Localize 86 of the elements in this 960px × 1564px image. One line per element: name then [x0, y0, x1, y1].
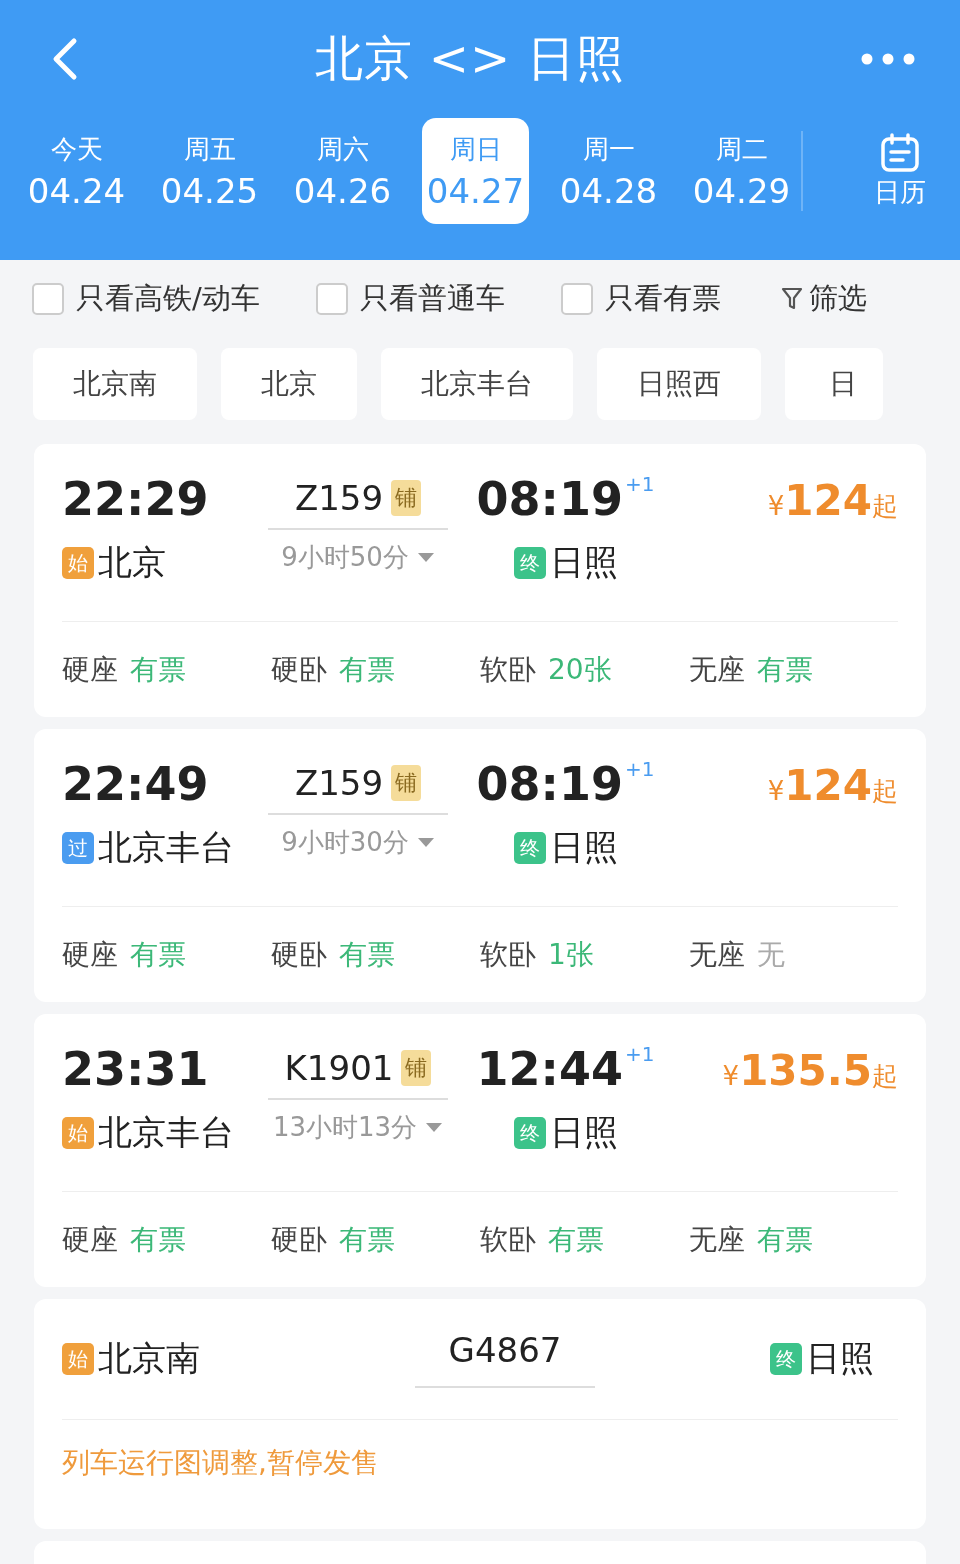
seat-availability: 有票 — [339, 936, 395, 973]
currency-sign: ¥ — [767, 776, 785, 806]
seat-class: 硬座 — [62, 1221, 118, 1258]
berth-badge: 铺 — [391, 765, 422, 801]
berth-badge: 铺 — [401, 1050, 432, 1086]
duration: 13小时13分 — [272, 1111, 418, 1144]
seat-availability: 无 — [757, 936, 785, 973]
caret-icon — [416, 552, 435, 563]
station-chip[interactable]: 北京丰台 — [381, 348, 573, 420]
departure-station: 北京 — [98, 541, 166, 584]
train-number: Z159 — [294, 478, 384, 518]
berth-badge: 铺 — [391, 480, 422, 516]
price: 124 — [784, 476, 872, 525]
calendar-icon — [880, 132, 920, 173]
more-icon[interactable] — [860, 52, 916, 66]
day-offset: +1 — [624, 472, 655, 496]
duration: 9小时50分 — [281, 541, 409, 574]
seat-class: 硬卧 — [271, 936, 327, 973]
seat-class: 软卧 — [480, 1221, 536, 1258]
seat-availability: 有票 — [130, 936, 186, 973]
station-tag: 始 — [62, 547, 94, 579]
seat-class: 无座 — [689, 936, 745, 973]
day-offset: +1 — [624, 757, 655, 781]
arrival-station: 日照 — [549, 541, 618, 584]
station-tag: 终 — [513, 1117, 546, 1149]
station-tag: 始 — [62, 1117, 94, 1149]
station-tag: 过 — [62, 832, 94, 864]
seat-availability: 有票 — [130, 651, 186, 688]
filter-button[interactable]: 筛选 — [780, 279, 867, 319]
price-suffix: 起 — [872, 775, 898, 808]
train-number: G4867 — [448, 1330, 562, 1370]
train-number: Z159 — [294, 763, 384, 803]
seat-availability: 有票 — [757, 651, 813, 688]
arrival-time: 08:19 — [476, 757, 623, 811]
seat-class: 软卧 — [480, 936, 536, 973]
train-number: K1901 — [284, 1048, 394, 1088]
station-chip[interactable]: 日 — [785, 348, 883, 420]
seat-availability: 有票 — [130, 1221, 186, 1258]
seat-class: 硬卧 — [271, 1221, 327, 1258]
seat-class: 无座 — [689, 1221, 745, 1258]
price-suffix: 起 — [872, 1060, 898, 1093]
departure-time: 23:31 — [62, 1042, 210, 1096]
price: 135.5 — [739, 1046, 872, 1095]
station-tag: 终 — [513, 547, 546, 579]
departure-time: 22:29 — [62, 472, 210, 526]
arrival-station: 日照 — [549, 826, 618, 869]
departure-station: 北京丰台 — [98, 826, 234, 869]
sale-notice: 列车运行图调整,暂停发售 — [62, 1445, 380, 1481]
station-chip[interactable]: 北京南 — [33, 348, 197, 420]
departure-station: 北京南 — [98, 1337, 200, 1380]
station-chip[interactable]: 日照西 — [597, 348, 761, 420]
arrival-station: 日照 — [549, 1111, 618, 1154]
seat-availability: 20张 — [548, 651, 612, 688]
seat-availability: 1张 — [548, 936, 594, 973]
funnel-icon — [780, 287, 803, 311]
currency-sign: ¥ — [767, 491, 785, 521]
filter-checkbox[interactable]: 只看高铁/动车 — [32, 279, 260, 319]
station-tag: 终 — [770, 1343, 802, 1375]
duration: 9小时30分 — [281, 826, 409, 859]
arrival-time: 08:19 — [476, 472, 623, 526]
station-tag: 始 — [62, 1343, 94, 1375]
station-tag: 终 — [513, 832, 546, 864]
departure-time: 22:49 — [62, 757, 210, 811]
seat-class: 软卧 — [480, 651, 536, 688]
caret-icon — [416, 837, 435, 848]
seat-availability: 有票 — [548, 1221, 604, 1258]
filter-checkbox[interactable]: 只看普通车 — [315, 279, 505, 319]
currency-sign: ¥ — [722, 1061, 740, 1091]
seat-availability: 有票 — [339, 1221, 395, 1258]
day-offset: +1 — [624, 1042, 655, 1066]
station-chip[interactable]: 北京 — [221, 348, 357, 420]
seat-class: 无座 — [689, 651, 745, 688]
price: 124 — [784, 761, 872, 810]
page-title: 北京 <> 日照 — [314, 29, 626, 88]
caret-icon — [425, 1122, 444, 1133]
arrival-station: 日照 — [806, 1337, 874, 1380]
seat-availability: 有票 — [757, 1221, 813, 1258]
train-card[interactable]: 始 北京南 G4867 终 日照 列车运行图调整,暂停发售 — [34, 1299, 926, 1529]
departure-station: 北京丰台 — [98, 1111, 234, 1154]
price-suffix: 起 — [872, 490, 898, 523]
arrival-time: 12:44 — [476, 1042, 623, 1096]
seat-availability: 有票 — [339, 651, 395, 688]
seat-class: 硬座 — [62, 651, 118, 688]
seat-class: 硬卧 — [271, 651, 327, 688]
seat-class: 硬座 — [62, 936, 118, 973]
filter-checkbox[interactable]: 只看有票 — [560, 279, 721, 319]
